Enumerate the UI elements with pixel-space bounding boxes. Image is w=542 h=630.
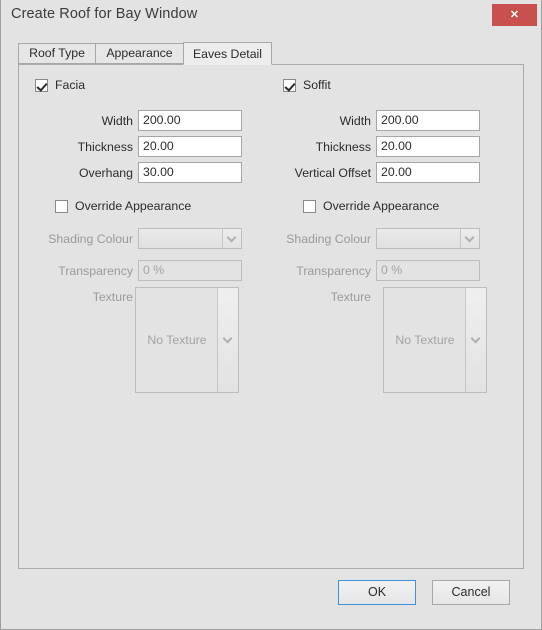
soffit-width-label: Width	[339, 114, 371, 128]
soffit-shading-colour-label: Shading Colour	[286, 232, 371, 246]
tab-roof-type[interactable]: Roof Type	[18, 43, 96, 64]
tab-appearance-label: Appearance	[106, 46, 173, 60]
soffit-enabled-checkbox[interactable]: Soffit	[283, 78, 331, 92]
facia-override-appearance-checkbox[interactable]: Override Appearance	[55, 199, 191, 213]
dialog-window: Create Roof for Bay Window ✕ Roof Type A…	[0, 0, 542, 630]
soffit-thickness-input[interactable]: 20.00	[376, 136, 480, 157]
chevron-down-icon	[222, 229, 241, 248]
tab-roof-type-label: Roof Type	[29, 46, 85, 60]
tab-eaves-detail[interactable]: Eaves Detail	[183, 42, 272, 65]
checkbox-box	[283, 78, 296, 92]
facia-texture-value: No Texture	[147, 333, 207, 347]
facia-width-input[interactable]: 200.00	[138, 110, 242, 131]
chevron-down-icon	[460, 229, 479, 248]
facia-thickness-label: Thickness	[77, 140, 133, 154]
checkbox-box	[35, 78, 48, 92]
facia-texture-label: Texture	[92, 290, 133, 304]
facia-shading-colour-label: Shading Colour	[48, 232, 133, 246]
soffit-override-appearance-label: Override Appearance	[323, 199, 440, 213]
soffit-transparency-label: Transparency	[296, 264, 371, 278]
facia-transparency-label: Transparency	[58, 264, 133, 278]
soffit-texture-value: No Texture	[395, 333, 455, 347]
facia-enabled-label: Facia	[55, 78, 86, 92]
soffit-shading-colour-select[interactable]	[376, 228, 480, 249]
facia-overhang-label: Overhang	[78, 166, 133, 180]
checkbox-box	[303, 199, 316, 213]
facia-thickness-input[interactable]: 20.00	[138, 136, 242, 157]
cancel-button[interactable]: Cancel	[432, 580, 510, 605]
title-bar: Create Roof for Bay Window ✕	[0, 0, 542, 30]
soffit-vertical-offset-input[interactable]: 20.00	[376, 162, 480, 183]
facia-texture-dropdown[interactable]	[217, 288, 238, 392]
facia-width-label: Width	[101, 114, 133, 128]
soffit-texture-dropdown[interactable]	[465, 288, 486, 392]
facia-texture-preview[interactable]: No Texture	[135, 287, 239, 393]
soffit-enabled-label: Soffit	[303, 78, 331, 92]
soffit-texture-label: Texture	[330, 290, 371, 304]
soffit-width-input[interactable]: 200.00	[376, 110, 480, 131]
tab-appearance[interactable]: Appearance	[95, 43, 184, 64]
ok-button[interactable]: OK	[338, 580, 416, 605]
tab-eaves-detail-label: Eaves Detail	[192, 47, 263, 61]
facia-overhang-input[interactable]: 30.00	[138, 162, 242, 183]
close-button[interactable]: ✕	[492, 4, 537, 26]
soffit-vertical-offset-label: Vertical Offset	[294, 166, 371, 180]
facia-enabled-checkbox[interactable]: Facia	[35, 78, 85, 92]
soffit-texture-preview[interactable]: No Texture	[383, 287, 487, 393]
dialog-title: Create Roof for Bay Window	[11, 6, 198, 22]
soffit-thickness-label: Thickness	[315, 140, 371, 154]
checkbox-box	[55, 199, 68, 213]
facia-shading-colour-select[interactable]	[138, 228, 242, 249]
soffit-override-appearance-checkbox[interactable]: Override Appearance	[303, 199, 439, 213]
facia-override-appearance-label: Override Appearance	[75, 199, 192, 213]
facia-transparency-input[interactable]: 0 %	[138, 260, 242, 281]
close-icon: ✕	[509, 9, 520, 21]
soffit-transparency-input[interactable]: 0 %	[376, 260, 480, 281]
eaves-detail-panel: Facia Width 200.00 Thickness 20.00 Overh…	[18, 64, 524, 569]
